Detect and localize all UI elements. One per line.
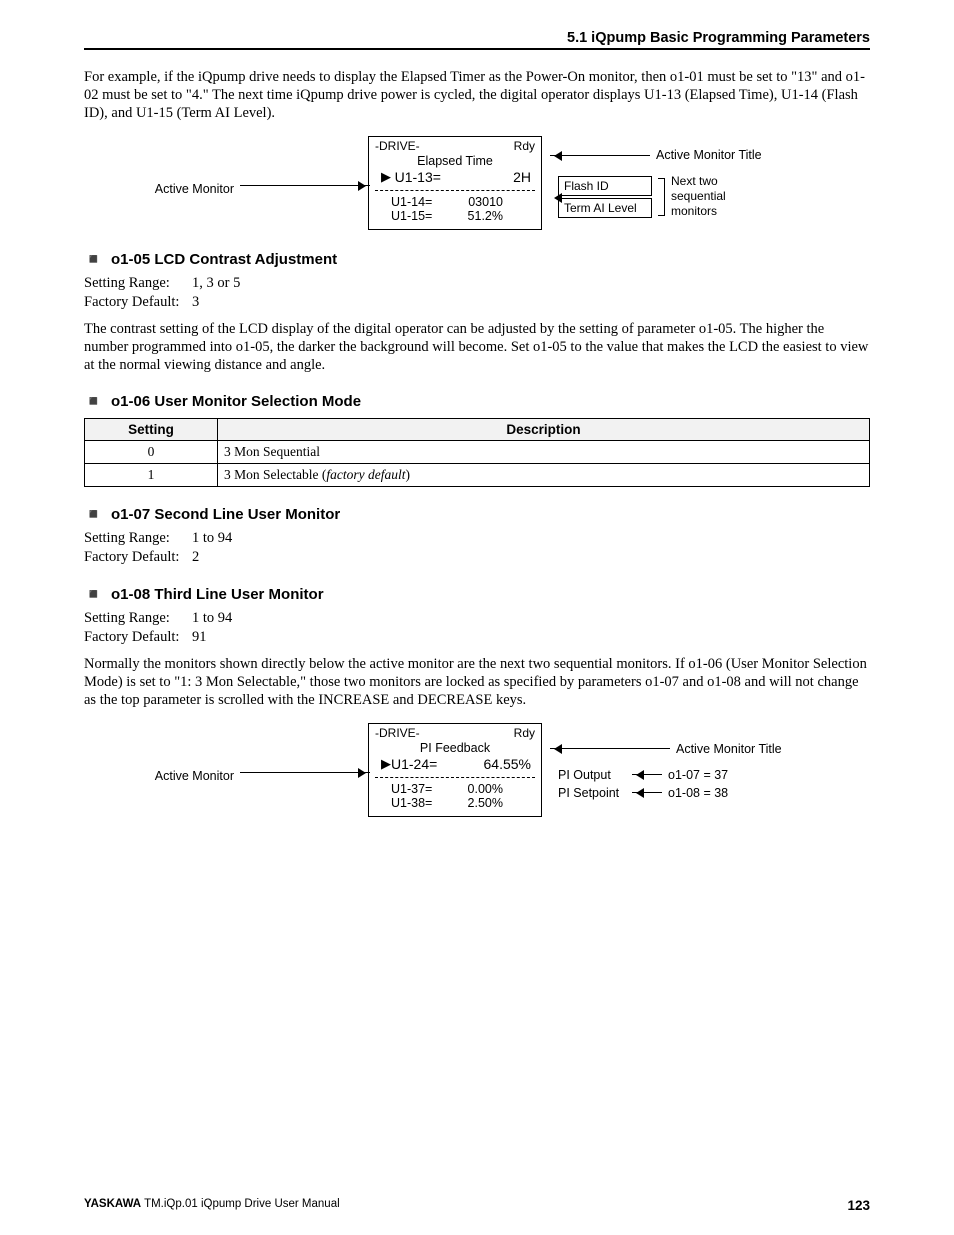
factory-default-val: 3 bbox=[192, 293, 199, 312]
setting-range-key: Setting Range: bbox=[84, 529, 192, 548]
heading-o1-08: o1-08 Third Line User Monitor bbox=[84, 585, 870, 603]
table-header-row: Setting Description bbox=[85, 419, 870, 441]
page-footer: YASKAWA TM.iQp.01 iQpump Drive User Manu… bbox=[84, 1198, 870, 1213]
lcd-sub-line-1: U1-14= 03010 bbox=[375, 195, 535, 209]
setting-range-val: 1 to 94 bbox=[192, 529, 232, 548]
o1-08-value: o1-08 = 38 bbox=[668, 786, 728, 800]
o1-08-body: Normally the monitors shown directly bel… bbox=[84, 655, 870, 709]
annotation-line2: PI Setpoint bbox=[558, 786, 626, 800]
active-monitor-title-label: Active Monitor Title bbox=[650, 148, 762, 162]
heading-o1-06: o1-06 User Monitor Selection Mode bbox=[84, 392, 870, 410]
lcd-sub2-val: 51.2% bbox=[449, 209, 503, 223]
diagram1-left-label: Active Monitor bbox=[134, 182, 240, 196]
lcd-title: Elapsed Time bbox=[375, 154, 535, 168]
lcd-top-right: Rdy bbox=[514, 139, 535, 153]
footer-brand: YASKAWA bbox=[84, 1198, 141, 1210]
connector-line bbox=[632, 774, 662, 775]
cell-setting: 0 bbox=[85, 441, 218, 464]
connector-line bbox=[240, 772, 370, 773]
table-row: 1 3 Mon Selectable (factory default) bbox=[85, 464, 870, 487]
sequential-monitors-label: Next two sequential monitors bbox=[671, 174, 726, 219]
connector-line bbox=[240, 185, 370, 186]
lcd-divider bbox=[375, 190, 535, 191]
diagram2-right: Active Monitor Title PI Output o1-07 = 3… bbox=[542, 741, 820, 800]
lcd-top-left: -DRIVE- bbox=[375, 139, 420, 153]
factory-default-key: Factory Default: bbox=[84, 548, 192, 567]
lcd-display-2: -DRIVE- Rdy PI Feedback ▶U1-24= 64.55% U… bbox=[368, 723, 542, 817]
table-row: 0 3 Mon Sequential bbox=[85, 441, 870, 464]
cell-setting: 1 bbox=[85, 464, 218, 487]
o1-08-settings: Setting Range:1 to 94 Factory Default:91 bbox=[84, 609, 870, 647]
setting-range-key: Setting Range: bbox=[84, 609, 192, 628]
factory-default-key: Factory Default: bbox=[84, 628, 192, 647]
lcd-top-left: -DRIVE- bbox=[375, 726, 420, 740]
annotation-box-line2: Term AI Level bbox=[558, 198, 652, 218]
factory-default-key: Factory Default: bbox=[84, 293, 192, 312]
lcd-main-val: 2H bbox=[513, 169, 535, 185]
section-header: 5.1 iQpump Basic Programming Parameters bbox=[84, 30, 870, 50]
footer-left: YASKAWA TM.iQp.01 iQpump Drive User Manu… bbox=[84, 1198, 340, 1213]
o1-05-body: The contrast setting of the LCD display … bbox=[84, 320, 870, 374]
lcd-sub2-val: 2.50% bbox=[449, 796, 503, 810]
annotation-line1: PI Output bbox=[558, 768, 626, 782]
lcd-sub-line-2: U1-15= 51.2% bbox=[375, 209, 535, 223]
heading-o1-05: o1-05 LCD Contrast Adjustment bbox=[84, 250, 870, 268]
connector-line bbox=[632, 792, 662, 793]
th-setting: Setting bbox=[85, 419, 218, 441]
connector-line bbox=[550, 155, 650, 156]
setting-range-val: 1 to 94 bbox=[192, 609, 232, 628]
page-number: 123 bbox=[847, 1198, 870, 1213]
o1-06-table: Setting Description 0 3 Mon Sequential 1… bbox=[84, 418, 870, 487]
o1-07-settings: Setting Range:1 to 94 Factory Default:2 bbox=[84, 529, 870, 567]
factory-default-val: 2 bbox=[192, 548, 199, 567]
diagram-1: Active Monitor -DRIVE- Rdy Elapsed Time … bbox=[84, 136, 870, 230]
setting-range-val: 1, 3 or 5 bbox=[192, 274, 240, 293]
o1-05-settings: Setting Range:1, 3 or 5 Factory Default:… bbox=[84, 274, 870, 312]
active-monitor-title-label: Active Monitor Title bbox=[670, 742, 782, 756]
lcd-main-lbl: U1-24= bbox=[391, 756, 437, 772]
annotation-box-line1: Flash ID bbox=[558, 176, 652, 196]
setting-range-key: Setting Range: bbox=[84, 274, 192, 293]
footer-manual-title: TM.iQp.01 iQpump Drive User Manual bbox=[141, 1198, 340, 1210]
lcd-sub1-lbl: U1-14= bbox=[391, 195, 449, 209]
lcd-sub1-val: 0.00% bbox=[449, 782, 503, 796]
lcd-divider bbox=[375, 777, 535, 778]
lcd-main-val: 64.55% bbox=[484, 756, 535, 772]
cell-desc: 3 Mon Selectable (factory default) bbox=[218, 464, 870, 487]
lcd-main-line: ▶ U1-13= 2H bbox=[375, 169, 535, 186]
diagram2-left-label: Active Monitor bbox=[134, 769, 240, 783]
th-description: Description bbox=[218, 419, 870, 441]
lcd-sub-line-2: U1-38= 2.50% bbox=[375, 796, 535, 810]
lcd-sub-line-1: U1-37= 0.00% bbox=[375, 782, 535, 796]
lcd-main-line: ▶U1-24= 64.55% bbox=[375, 756, 535, 773]
lcd-sub1-lbl: U1-37= bbox=[391, 782, 449, 796]
factory-default-val: 91 bbox=[192, 628, 207, 647]
o1-07-value: o1-07 = 37 bbox=[668, 768, 728, 782]
lcd-main-lbl: U1-13= bbox=[395, 169, 441, 185]
lcd-sub2-lbl: U1-15= bbox=[391, 209, 449, 223]
intro-paragraph: For example, if the iQpump drive needs t… bbox=[84, 68, 870, 122]
diagram1-right: Active Monitor Title Flash ID Term AI Le… bbox=[542, 147, 820, 219]
connector-line bbox=[550, 748, 670, 749]
heading-o1-07: o1-07 Second Line User Monitor bbox=[84, 505, 870, 523]
document-page: 5.1 iQpump Basic Programming Parameters … bbox=[42, 0, 912, 1235]
lcd-sub1-val: 03010 bbox=[449, 195, 503, 209]
cell-desc: 3 Mon Sequential bbox=[218, 441, 870, 464]
lcd-display-1: -DRIVE- Rdy Elapsed Time ▶ U1-13= 2H U1-… bbox=[368, 136, 542, 230]
brace-icon bbox=[658, 178, 665, 216]
lcd-sub2-lbl: U1-38= bbox=[391, 796, 449, 810]
lcd-top-right: Rdy bbox=[514, 726, 535, 740]
diagram-2: Active Monitor -DRIVE- Rdy PI Feedback ▶… bbox=[84, 723, 870, 817]
lcd-title: PI Feedback bbox=[375, 741, 535, 755]
